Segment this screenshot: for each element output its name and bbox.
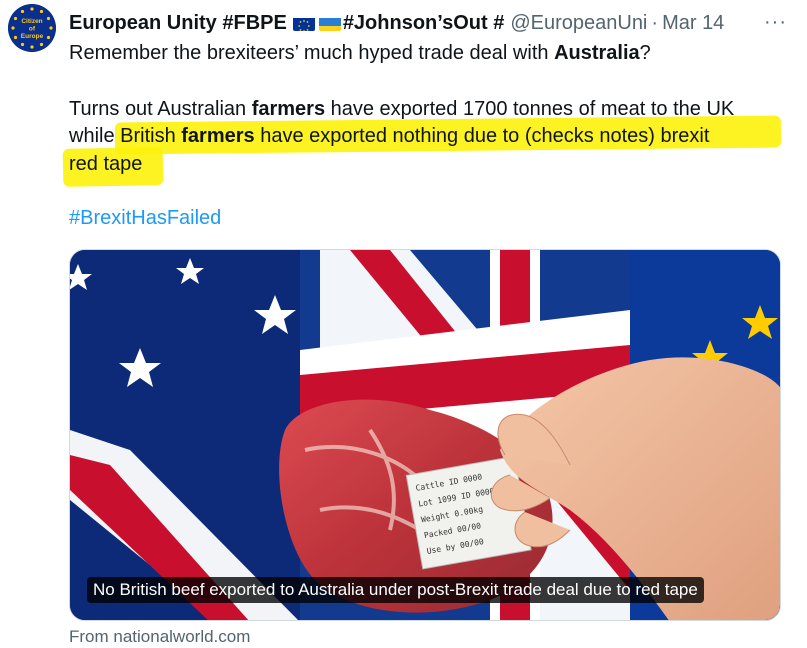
bold-farmers-1: farmers (251, 98, 326, 120)
avatar-text-3: Europe (21, 33, 44, 40)
tweet-line-4: red tape (69, 153, 143, 175)
author-name[interactable]: European Unity #FBPE (69, 10, 287, 36)
ukraine-flag-icon (318, 15, 341, 31)
avatar-text-1: Citizen (21, 18, 42, 25)
tweet-line-1: Remember the brexiteers’ much hyped trad… (69, 42, 651, 64)
media-image: Cattle ID 0000 Lot 1099 ID 0000 Weight 0… (70, 250, 780, 620)
hashtag-link[interactable]: #BrexitHasFailed (69, 204, 221, 232)
tweet-line-2: Turns out Australian farmers have export… (69, 98, 735, 120)
bold-australia: Australia (554, 42, 640, 64)
eu-flag-icon (292, 15, 315, 31)
media-card[interactable]: Cattle ID 0000 Lot 1099 ID 0000 Weight 0… (69, 249, 781, 621)
media-caption: No British beef exported to Australia un… (87, 577, 704, 603)
bold-farmers-2: farmers (181, 125, 255, 147)
avatar[interactable]: Citizen of Europe (8, 4, 56, 52)
tweet-header: European Unity #FBPE #Johnson’sOut # @Eu… (69, 10, 799, 36)
author-name-suffix[interactable]: #Johnson’sOut # (343, 10, 505, 36)
tweet-line-3: while British farmers have exported noth… (69, 125, 710, 147)
author-handle[interactable]: @EuropeanUni (510, 10, 647, 36)
link-source[interactable]: From nationalworld.com (69, 626, 250, 648)
more-dots-icon[interactable]: ··· (764, 12, 787, 32)
tweet-date[interactable]: Mar 14 (662, 10, 724, 36)
header-separator: · (651, 12, 659, 34)
avatar-text-2: of (29, 26, 36, 33)
